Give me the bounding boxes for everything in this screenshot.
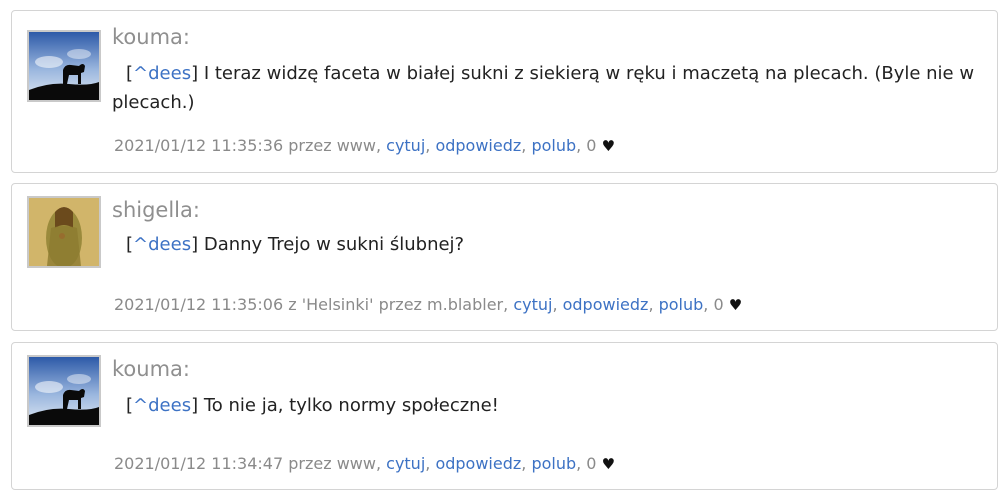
comment-timestamp: 2021/01/12 11:35:36 przez www, [114, 136, 387, 155]
heart-icon: ♥ [728, 296, 743, 314]
reply-link[interactable]: odpowiedz [435, 136, 521, 155]
like-count: 0 [713, 295, 724, 314]
like-count: 0 [586, 454, 597, 473]
comment-meta: 2021/01/12 11:35:36 przez www, cytuj, od… [114, 136, 616, 155]
comment-meta: 2021/01/12 11:34:47 przez www, cytuj, od… [114, 454, 616, 473]
comment-author: kouma: [112, 357, 190, 381]
avatar[interactable] [27, 196, 101, 268]
quote-link[interactable]: cytuj [386, 454, 425, 473]
comment-author: shigella: [112, 198, 200, 222]
like-count: 0 [586, 136, 597, 155]
comment-text: To nie ja, tylko normy społeczne! [198, 395, 499, 416]
avatar[interactable] [27, 30, 101, 102]
reply-link[interactable]: odpowiedz [563, 295, 649, 314]
comment-card: shigella: [^dees] Danny Trejo w sukni śl… [11, 183, 998, 331]
comment-body: [^dees] To nie ja, tylko normy społeczne… [126, 395, 499, 416]
silhouette-dog-icon [29, 357, 99, 425]
reply-to-link[interactable]: ^dees [133, 395, 191, 416]
comment-text: I teraz widzę faceta w białej sukni z si… [112, 63, 975, 113]
reply-link[interactable]: odpowiedz [435, 454, 521, 473]
comment-card: kouma: [^dees] I teraz widzę faceta w bi… [11, 10, 998, 173]
like-link[interactable]: polub [531, 454, 576, 473]
silhouette-dog-icon [29, 32, 99, 100]
comment-body: [^dees] I teraz widzę faceta w białej su… [112, 63, 975, 113]
comment-card: kouma: [^dees] To nie ja, tylko normy sp… [11, 342, 998, 490]
painting-woman-icon [29, 198, 99, 266]
comment-timestamp: 2021/01/12 11:34:47 przez www, [114, 454, 387, 473]
comment-text: Danny Trejo w sukni ślubnej? [198, 234, 465, 255]
heart-icon: ♥ [601, 455, 616, 473]
avatar[interactable] [27, 355, 101, 427]
quote-link[interactable]: cytuj [513, 295, 552, 314]
like-link[interactable]: polub [659, 295, 704, 314]
comment-body: [^dees] Danny Trejo w sukni ślubnej? [126, 234, 465, 255]
like-link[interactable]: polub [531, 136, 576, 155]
heart-icon: ♥ [601, 137, 616, 155]
comment-timestamp: 2021/01/12 11:35:06 z 'Helsinki' przez m… [114, 295, 514, 314]
reply-to-link[interactable]: ^dees [133, 63, 191, 84]
comment-author: kouma: [112, 25, 190, 49]
comment-meta: 2021/01/12 11:35:06 z 'Helsinki' przez m… [114, 295, 743, 314]
reply-to-link[interactable]: ^dees [133, 234, 191, 255]
quote-link[interactable]: cytuj [386, 136, 425, 155]
